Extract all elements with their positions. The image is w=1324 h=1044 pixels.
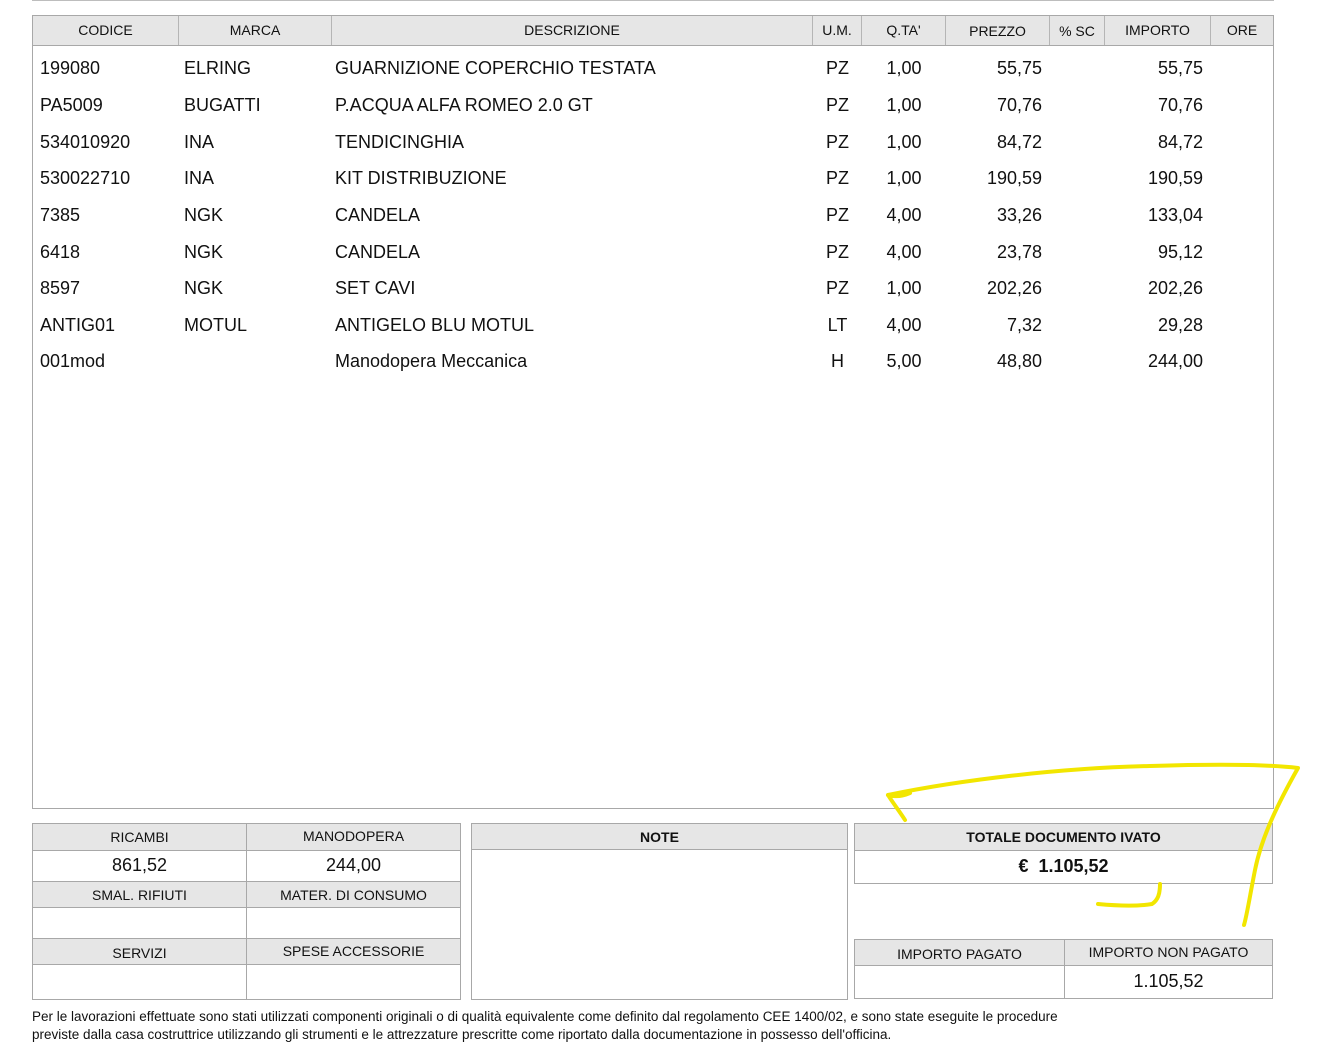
yellow-highlight-annotation [886,762,1300,927]
